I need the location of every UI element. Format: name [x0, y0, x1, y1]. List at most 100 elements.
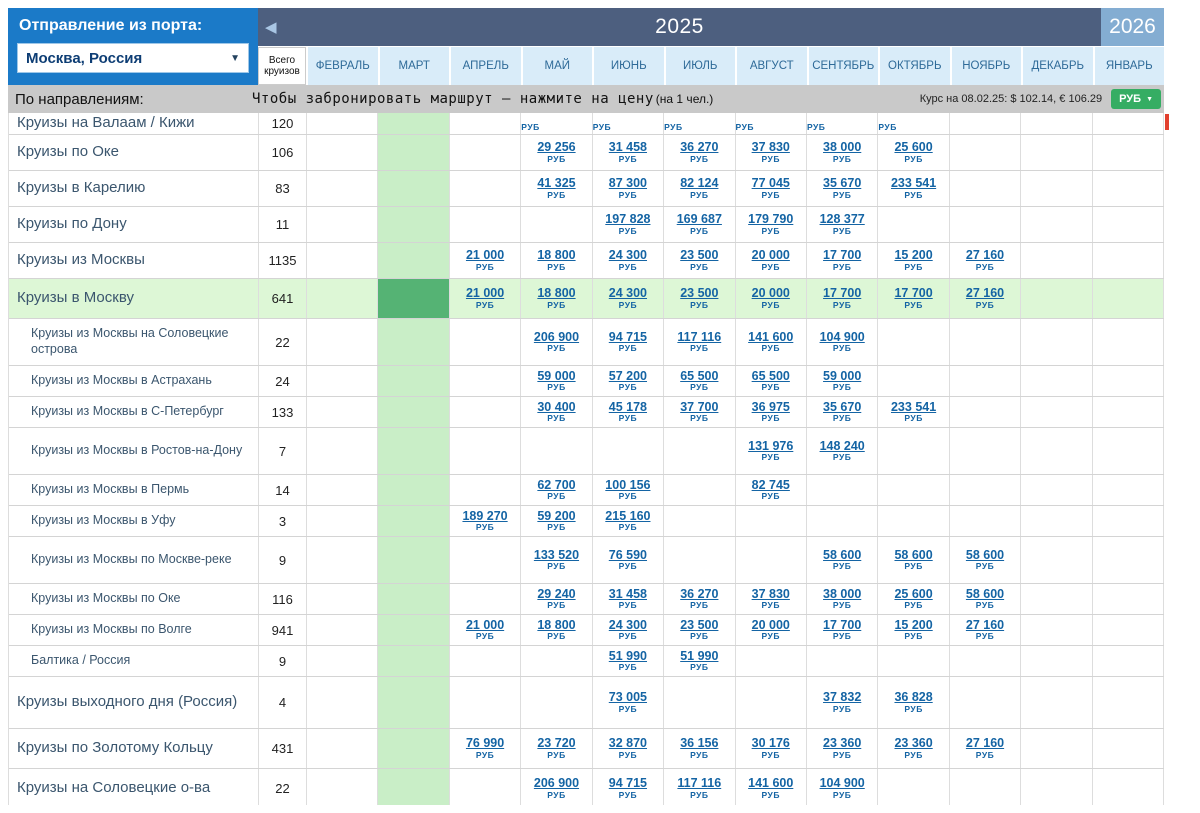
month-tab-12[interactable]: ЯНВАРЬ: [1094, 47, 1164, 85]
price-cell[interactable]: 25 600 РУБ: [878, 135, 950, 170]
price-cell[interactable]: 25 600 РУБ: [878, 584, 950, 614]
price-cell[interactable]: 82 745 РУБ: [736, 475, 807, 505]
price-cell[interactable]: 36 156 РУБ: [664, 729, 736, 768]
price-cell[interactable]: 24 300 РУБ: [593, 243, 665, 278]
route-name-link[interactable]: Круизы из Москвы: [9, 243, 259, 278]
price-cell[interactable]: 29 256 РУБ: [521, 135, 593, 170]
price-cell[interactable]: 77 045 РУБ: [736, 171, 807, 206]
price-cell[interactable]: 36 270 РУБ: [664, 584, 736, 614]
price-cell[interactable]: РУБ: [807, 113, 879, 134]
price-cell[interactable]: 37 830 РУБ: [736, 135, 807, 170]
month-tab-2[interactable]: МАРТ: [379, 47, 449, 85]
price-cell[interactable]: 206 900 РУБ: [521, 769, 593, 805]
price-cell[interactable]: 65 500 РУБ: [736, 366, 807, 396]
price-cell[interactable]: 31 458 РУБ: [593, 584, 665, 614]
price-cell[interactable]: 94 715 РУБ: [593, 769, 665, 805]
price-cell[interactable]: 20 000 РУБ: [736, 243, 807, 278]
price-cell[interactable]: 128 377 РУБ: [807, 207, 879, 242]
month-tab-11[interactable]: ДЕКАБРЬ: [1023, 47, 1093, 85]
price-cell[interactable]: 59 200 РУБ: [521, 506, 593, 536]
price-cell[interactable]: 51 990 РУБ: [664, 646, 736, 676]
price-cell[interactable]: 94 715 РУБ: [593, 319, 665, 365]
price-cell[interactable]: 27 160 РУБ: [950, 615, 1022, 645]
route-name-link[interactable]: Круизы по Золотому Кольцу: [9, 729, 259, 768]
price-cell[interactable]: 23 500 РУБ: [664, 615, 736, 645]
price-cell[interactable]: 58 600 РУБ: [950, 584, 1022, 614]
month-tab-9[interactable]: ОКТЯБРЬ: [880, 47, 950, 85]
port-select[interactable]: Москва, Россия ▼: [17, 43, 249, 73]
price-cell[interactable]: 76 990 РУБ: [450, 729, 522, 768]
price-cell[interactable]: 27 160 РУБ: [950, 243, 1022, 278]
price-cell[interactable]: 27 160 РУБ: [950, 729, 1022, 768]
price-cell[interactable]: 37 700 РУБ: [664, 397, 736, 427]
price-cell[interactable]: 73 005 РУБ: [593, 677, 665, 728]
scrollbar-thumb[interactable]: [1165, 114, 1169, 130]
month-tab-4[interactable]: МАЙ: [522, 47, 592, 85]
price-cell[interactable]: 18 800 РУБ: [521, 615, 593, 645]
price-cell[interactable]: 197 828 РУБ: [593, 207, 665, 242]
price-cell[interactable]: 65 500 РУБ: [664, 366, 736, 396]
price-cell[interactable]: 133 520 РУБ: [521, 537, 593, 583]
price-cell[interactable]: 20 000 РУБ: [735, 279, 807, 318]
price-cell[interactable]: 206 900 РУБ: [521, 319, 593, 365]
price-cell[interactable]: 76 590 РУБ: [593, 537, 665, 583]
price-cell[interactable]: 35 670 РУБ: [807, 171, 879, 206]
month-tab-6[interactable]: ИЮЛЬ: [665, 47, 735, 85]
currency-select-button[interactable]: РУБ ▼: [1111, 89, 1161, 109]
month-tab-8[interactable]: СЕНТЯБРЬ: [808, 47, 878, 85]
price-cell[interactable]: РУБ: [736, 113, 807, 134]
route-name-link[interactable]: Балтика / Россия: [9, 646, 259, 676]
price-cell[interactable]: 141 600 РУБ: [736, 769, 807, 805]
price-cell[interactable]: 24 300 РУБ: [593, 615, 665, 645]
route-name-link[interactable]: Круизы по Дону: [9, 207, 259, 242]
price-cell[interactable]: 179 790 РУБ: [736, 207, 807, 242]
price-cell[interactable]: 45 178 РУБ: [593, 397, 665, 427]
price-cell[interactable]: РУБ: [521, 113, 593, 134]
price-cell[interactable]: 23 500 РУБ: [664, 279, 736, 318]
route-name-link[interactable]: Круизы из Москвы в Астрахань: [9, 366, 259, 396]
price-cell[interactable]: 17 700 РУБ: [807, 243, 879, 278]
price-cell[interactable]: 117 116 РУБ: [664, 769, 736, 805]
price-cell[interactable]: 37 830 РУБ: [736, 584, 807, 614]
price-cell[interactable]: 21 000 РУБ: [450, 615, 522, 645]
price-cell[interactable]: 23 360 РУБ: [878, 729, 950, 768]
price-cell[interactable]: 57 200 РУБ: [593, 366, 665, 396]
price-cell[interactable]: 17 700 РУБ: [807, 615, 879, 645]
price-cell[interactable]: 36 270 РУБ: [664, 135, 736, 170]
price-cell[interactable]: 29 240 РУБ: [521, 584, 593, 614]
price-cell[interactable]: 87 300 РУБ: [593, 171, 665, 206]
price-cell[interactable]: 169 687 РУБ: [664, 207, 736, 242]
month-tab-10[interactable]: НОЯБРЬ: [951, 47, 1021, 85]
month-tab-7[interactable]: АВГУСТ: [737, 47, 807, 85]
price-cell[interactable]: 51 990 РУБ: [593, 646, 665, 676]
price-cell[interactable]: 15 200 РУБ: [878, 243, 950, 278]
route-name-link[interactable]: Круизы на Соловецкие о-ва: [9, 769, 259, 805]
price-cell[interactable]: 17 700 РУБ: [878, 279, 950, 318]
price-cell[interactable]: 31 458 РУБ: [593, 135, 665, 170]
price-cell[interactable]: 18 800 РУБ: [521, 243, 593, 278]
price-cell[interactable]: 32 870 РУБ: [593, 729, 665, 768]
price-cell[interactable]: 58 600 РУБ: [807, 537, 879, 583]
price-cell[interactable]: 59 000 РУБ: [807, 366, 879, 396]
price-cell[interactable]: 41 325 РУБ: [521, 171, 593, 206]
next-year-button[interactable]: 2026: [1101, 8, 1164, 46]
prev-year-arrow-icon[interactable]: ◀: [265, 18, 277, 36]
price-cell[interactable]: 189 270 РУБ: [450, 506, 522, 536]
price-cell[interactable]: 15 200 РУБ: [878, 615, 950, 645]
price-cell[interactable]: 30 400 РУБ: [521, 397, 593, 427]
price-cell[interactable]: РУБ: [664, 113, 736, 134]
route-name-link[interactable]: Круизы из Москвы в С-Петербург: [9, 397, 259, 427]
price-cell[interactable]: 141 600 РУБ: [736, 319, 807, 365]
route-name-link[interactable]: Круизы выходного дня (Россия): [9, 677, 259, 728]
price-cell[interactable]: 23 500 РУБ: [664, 243, 736, 278]
route-name-link[interactable]: Круизы по Оке: [9, 135, 259, 170]
route-name-link[interactable]: Круизы в Москву: [9, 279, 259, 318]
price-cell[interactable]: РУБ: [878, 113, 950, 134]
price-cell[interactable]: 233 541 РУБ: [878, 397, 950, 427]
month-tab-3[interactable]: АПРЕЛЬ: [451, 47, 521, 85]
month-tab-1[interactable]: ФЕВРАЛЬ: [308, 47, 378, 85]
price-cell[interactable]: 24 300 РУБ: [592, 279, 665, 318]
price-cell[interactable]: 23 360 РУБ: [807, 729, 879, 768]
price-cell[interactable]: 21 000 РУБ: [449, 279, 522, 318]
route-name-link[interactable]: Круизы из Москвы по Москве-реке: [9, 537, 259, 583]
